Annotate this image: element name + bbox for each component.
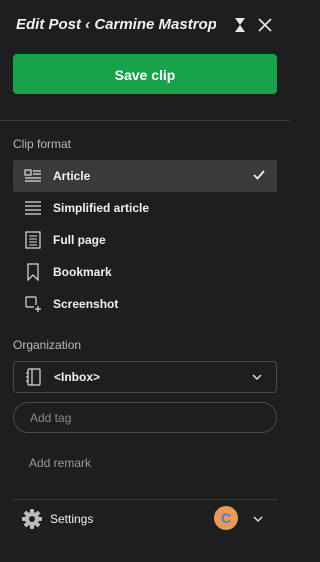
- format-option-full-page[interactable]: Full page: [13, 224, 277, 256]
- format-label: Full page: [53, 233, 106, 247]
- hourglass-icon[interactable]: [231, 16, 249, 34]
- full-page-icon: [25, 231, 41, 249]
- format-option-article[interactable]: Article: [13, 160, 277, 192]
- settings-row[interactable]: Settings C: [13, 505, 277, 533]
- avatar[interactable]: C: [214, 506, 238, 530]
- clip-format-label: Clip format: [13, 137, 72, 151]
- chevron-down-icon[interactable]: [251, 512, 265, 526]
- settings-label: Settings: [50, 512, 94, 526]
- add-tag-input[interactable]: [13, 402, 277, 433]
- format-option-screenshot[interactable]: Screenshot: [13, 288, 277, 320]
- close-icon[interactable]: [256, 16, 274, 34]
- page-title: Edit Post ‹ Carmine Mastropierro: [16, 16, 216, 33]
- save-clip-button[interactable]: Save clip: [13, 54, 277, 94]
- article-icon: [24, 169, 41, 182]
- format-option-bookmark[interactable]: Bookmark: [13, 256, 277, 288]
- notebook-label: <Inbox>: [54, 370, 101, 384]
- bookmark-icon: [27, 263, 39, 281]
- format-label: Bookmark: [53, 265, 112, 279]
- simplified-article-icon: [25, 201, 41, 215]
- divider: [13, 499, 277, 500]
- format-label: Article: [53, 169, 91, 183]
- organization-label: Organization: [13, 338, 82, 352]
- screenshot-icon: [25, 296, 41, 312]
- checkmark-icon: [253, 170, 265, 180]
- divider: [0, 120, 290, 121]
- add-remark-link[interactable]: Add remark: [29, 456, 91, 470]
- format-label: Screenshot: [53, 297, 119, 311]
- format-option-simplified-article[interactable]: Simplified article: [13, 192, 277, 224]
- notebook-icon: [26, 368, 41, 386]
- notebook-select[interactable]: <Inbox>: [13, 361, 277, 393]
- chevron-down-icon: [252, 374, 262, 381]
- format-label: Simplified article: [53, 201, 150, 215]
- header: Edit Post ‹ Carmine Mastropierro: [0, 0, 290, 52]
- gear-icon: [22, 509, 42, 529]
